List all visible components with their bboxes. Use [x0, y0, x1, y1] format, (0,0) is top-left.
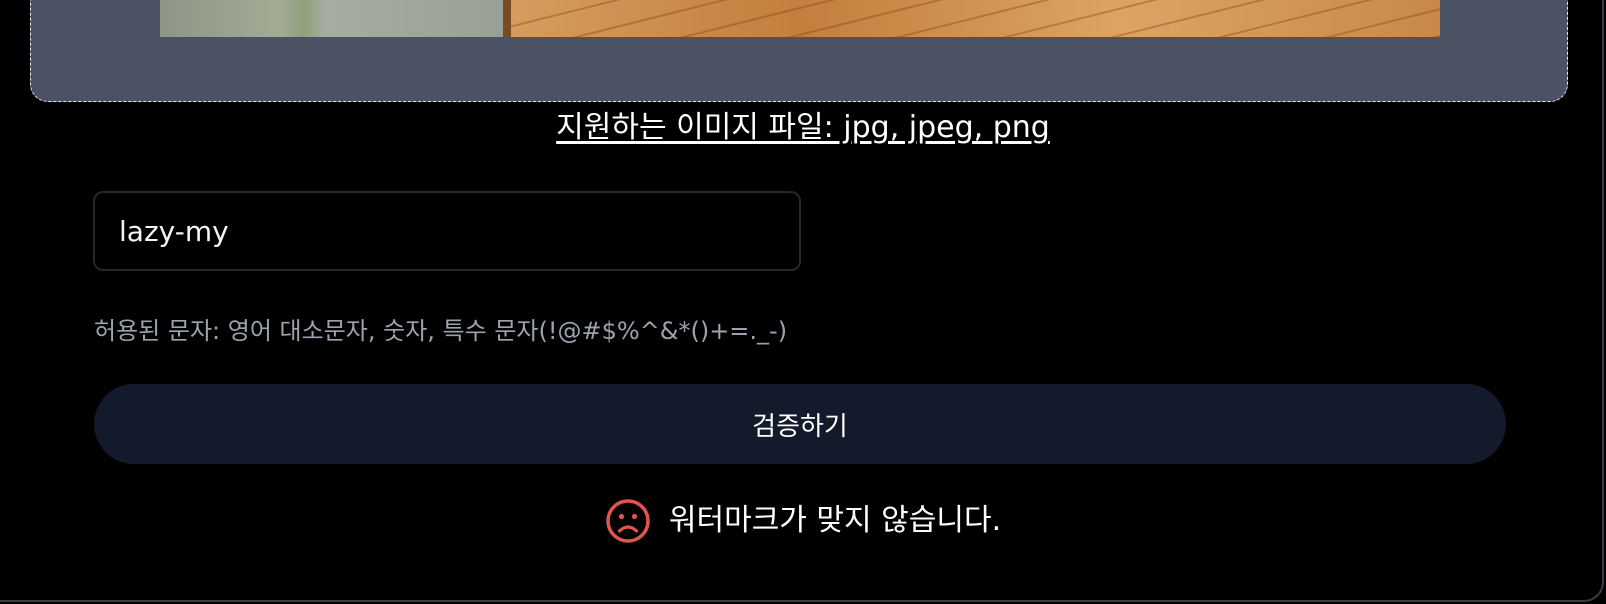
result-message: 워터마크가 맞지 않습니다.: [668, 503, 1002, 538]
watermark-text-input[interactable]: [93, 191, 801, 271]
preview-image-wood-edge: [503, 0, 511, 37]
image-dropzone[interactable]: [30, 0, 1568, 102]
verification-result: 워터마크가 맞지 않습니다.: [0, 496, 1606, 546]
preview-image-left-part: [160, 0, 503, 37]
uploaded-image-preview: [160, 0, 1440, 37]
allowed-characters-hint: 허용된 문자: 영어 대소문자, 숫자, 특수 문자(!@#$%^&*()+=.…: [94, 317, 788, 345]
verify-button[interactable]: 검증하기: [94, 384, 1506, 464]
watermark-verify-page: 지원하는 이미지 파일: jpg, jpeg, png 허용된 문자: 영어 대…: [0, 0, 1606, 604]
sad-face-icon: [606, 499, 650, 543]
supported-formats-text[interactable]: 지원하는 이미지 파일: jpg, jpeg, png: [556, 110, 1050, 145]
supported-formats-link[interactable]: 지원하는 이미지 파일: jpg, jpeg, png: [0, 108, 1606, 148]
